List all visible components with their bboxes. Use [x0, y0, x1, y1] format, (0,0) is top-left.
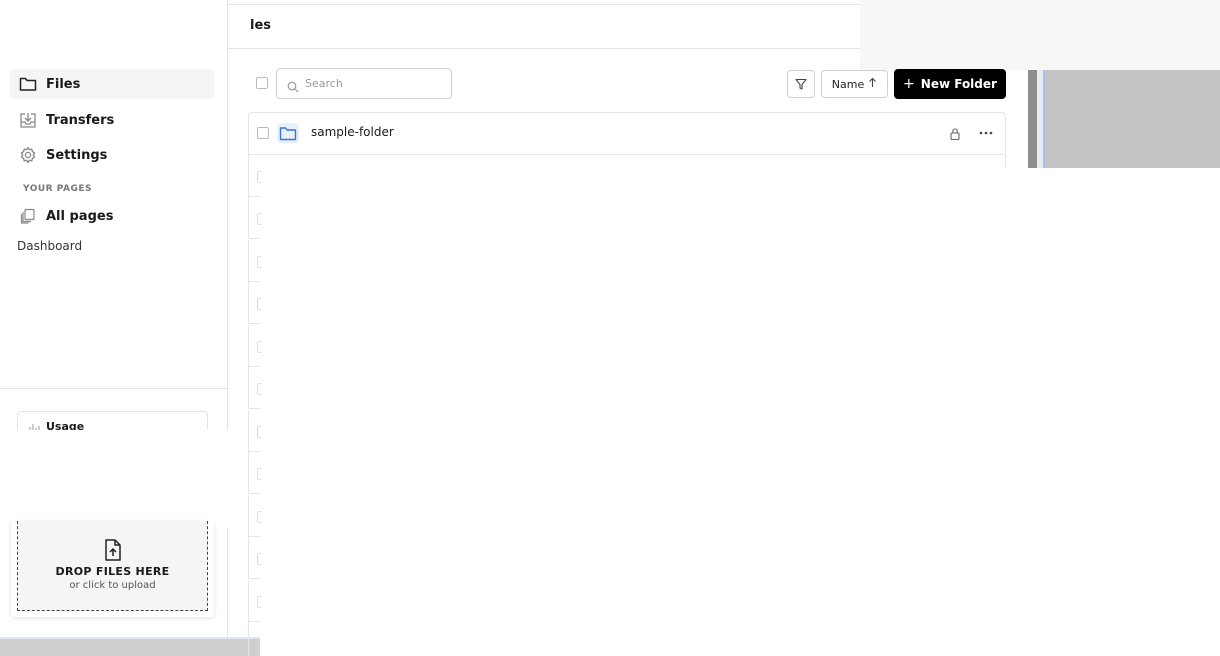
new-folder-label: New Folder: [920, 77, 997, 91]
side-panel: [1028, 70, 1220, 168]
table-row-placeholder: [248, 282, 261, 324]
sidebar-item-files[interactable]: Files: [10, 69, 214, 99]
table-row-placeholder: [248, 452, 261, 494]
sidebar-item-label: Transfers: [46, 112, 115, 128]
sidebar-item-label: Files: [46, 76, 81, 92]
sort-label: Name: [831, 77, 865, 91]
overlay-panel: [860, 0, 1220, 70]
overlay-cover: [0, 430, 250, 528]
dropzone-subtitle: or click to upload: [69, 580, 156, 591]
table-row-placeholder: [248, 410, 261, 452]
sidebar-item-label: All pages: [46, 208, 114, 224]
sidebar-item-dashboard[interactable]: Dashboard: [17, 239, 82, 253]
new-folder-button[interactable]: + New Folder: [894, 69, 1006, 99]
panel-highlight: [1043, 70, 1045, 168]
table-row-placeholder: [248, 367, 261, 409]
search-input[interactable]: [305, 77, 445, 90]
table-row-placeholder: [248, 622, 260, 656]
table-row[interactable]: sample-folder: [248, 112, 1006, 155]
table-row-placeholder: [248, 325, 261, 367]
upload-dropzone-card: DROP FILES HERE or click to upload: [11, 521, 214, 617]
table-row-placeholder: [248, 537, 261, 579]
dropzone-title: DROP FILES HERE: [55, 565, 170, 578]
arrow-up-icon: [868, 77, 877, 91]
upload-dropzone[interactable]: DROP FILES HERE or click to upload: [17, 521, 208, 611]
sidebar-item-all-pages[interactable]: All pages: [10, 201, 214, 231]
file-name[interactable]: sample-folder: [311, 125, 394, 139]
transfer-icon: [18, 110, 38, 130]
header-divider: [228, 48, 860, 49]
folder-icon: [277, 123, 299, 143]
file-upload-icon: [102, 538, 124, 562]
section-label: YOUR PAGES: [23, 184, 92, 194]
table-row-placeholder: [248, 155, 261, 197]
row-checkbox[interactable]: [257, 127, 269, 139]
search-icon: [287, 78, 299, 92]
filter-icon: [795, 75, 807, 94]
folder-icon: [18, 74, 38, 94]
header-top-border: [228, 4, 860, 5]
table-row-placeholder: [248, 580, 261, 622]
lock-icon: [949, 126, 961, 141]
bottom-strip: [0, 637, 260, 656]
sidebar-item-label: Settings: [46, 147, 108, 163]
filter-button[interactable]: [787, 70, 815, 98]
page-title: les: [250, 18, 272, 33]
plus-icon: +: [903, 76, 915, 92]
sort-button[interactable]: Name: [821, 70, 888, 98]
table-row-placeholder: [248, 495, 261, 537]
select-all-checkbox[interactable]: [256, 77, 268, 89]
panel-edge: [1028, 70, 1037, 168]
sidebar-divider: [0, 388, 228, 389]
gear-icon: [18, 145, 38, 165]
sidebar-item-settings[interactable]: Settings: [10, 140, 214, 170]
more-options-icon[interactable]: [977, 126, 995, 140]
pages-icon: [18, 206, 38, 226]
search-box[interactable]: [276, 68, 452, 99]
table-row-placeholder: [248, 197, 261, 239]
sidebar-item-transfers[interactable]: Transfers: [10, 105, 214, 135]
table-row-placeholder: [248, 240, 261, 282]
